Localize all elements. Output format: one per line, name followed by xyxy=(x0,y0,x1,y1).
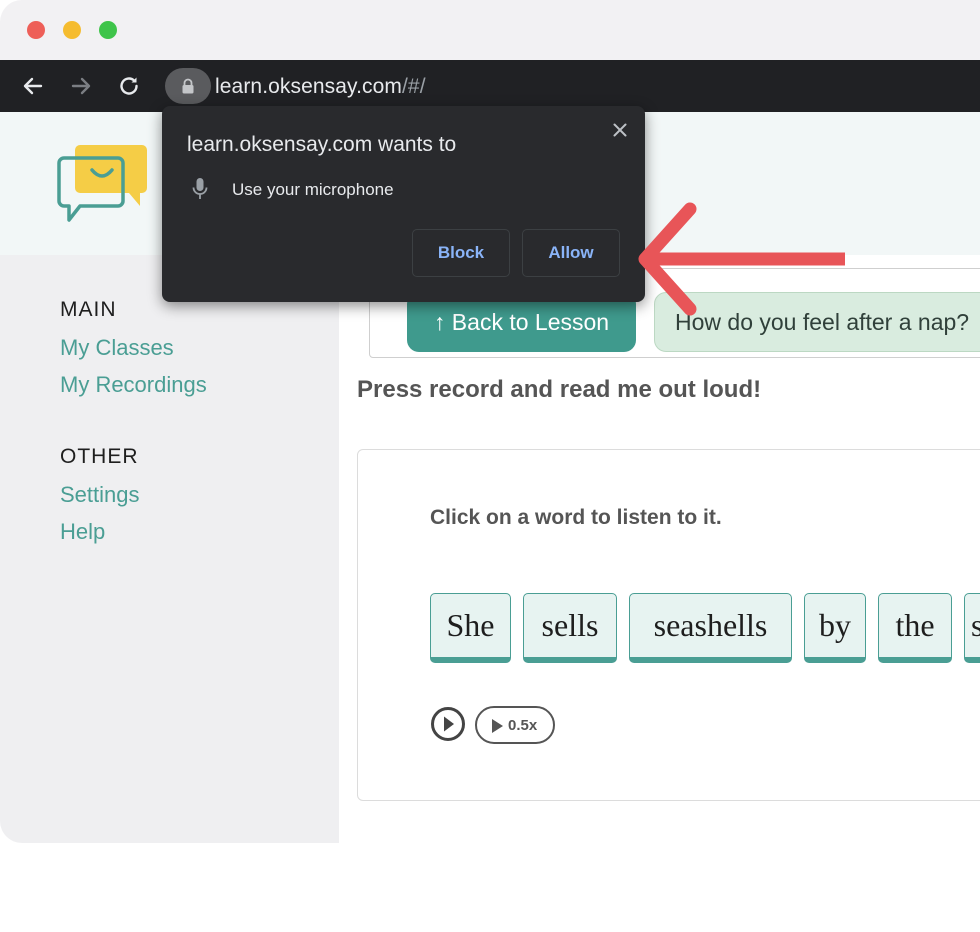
sidebar-item-my-recordings[interactable]: My Recordings xyxy=(60,372,207,398)
sidebar-heading-other: OTHER xyxy=(60,445,139,468)
word-button[interactable]: sea xyxy=(964,593,980,663)
back-arrow-icon[interactable] xyxy=(19,72,47,100)
word-button[interactable]: She xyxy=(430,593,511,663)
title-bar xyxy=(0,0,980,60)
minimize-window-button[interactable] xyxy=(63,21,81,39)
address-bar[interactable]: learn.oksensay.com/#/ xyxy=(163,66,980,106)
browser-toolbar: learn.oksensay.com/#/ xyxy=(0,60,980,112)
word-button[interactable]: the xyxy=(878,593,952,663)
microphone-icon xyxy=(192,178,208,199)
reload-icon[interactable] xyxy=(115,72,143,100)
slow-playback-button[interactable]: 0.5x xyxy=(475,706,555,744)
oksensay-logo-icon xyxy=(57,145,147,222)
maximize-window-button[interactable] xyxy=(99,21,117,39)
listen-hint: Click on a word to listen to it. xyxy=(430,506,722,529)
sidebar-item-my-classes[interactable]: My Classes xyxy=(60,335,174,361)
lock-icon xyxy=(182,78,194,94)
close-window-button[interactable] xyxy=(27,21,45,39)
popup-title: learn.oksensay.com wants to xyxy=(187,133,457,156)
url-text: learn.oksensay.com/#/ xyxy=(215,75,426,98)
site-info-button[interactable] xyxy=(165,68,211,104)
reader-card: Click on a word to listen to it. She sel… xyxy=(357,449,980,801)
microphone-permission-popup: learn.oksensay.com wants to Use your mic… xyxy=(162,106,645,302)
word-button[interactable]: seashells xyxy=(629,593,792,663)
close-icon[interactable] xyxy=(608,118,632,142)
forward-arrow-icon[interactable] xyxy=(67,72,95,100)
slow-playback-label: 0.5x xyxy=(508,717,538,734)
play-slow-icon xyxy=(492,719,503,733)
main-panel: ↑ Back to Lesson How do you feel after a… xyxy=(339,255,980,843)
allow-button[interactable]: Allow xyxy=(522,229,620,277)
sidebar-heading-main: MAIN xyxy=(60,298,117,321)
sidebar-item-settings[interactable]: Settings xyxy=(60,482,140,508)
word-button[interactable]: sells xyxy=(523,593,617,663)
instruction-text: Press record and read me out loud! xyxy=(357,376,762,403)
sidebar-item-help[interactable]: Help xyxy=(60,519,105,545)
play-icon[interactable] xyxy=(430,706,466,742)
annotation-arrow-icon xyxy=(638,202,845,316)
block-button[interactable]: Block xyxy=(412,229,510,277)
word-button[interactable]: by xyxy=(804,593,866,663)
sidebar: MAIN My Classes My Recordings OTHER Sett… xyxy=(0,255,339,843)
permission-text: Use your microphone xyxy=(232,180,394,199)
